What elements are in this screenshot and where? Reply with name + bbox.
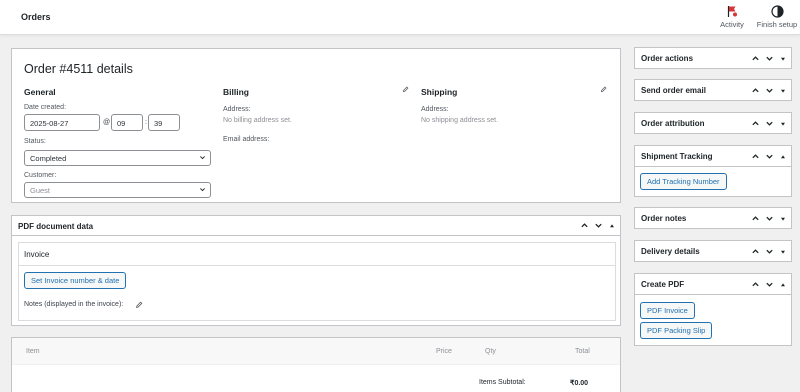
expand-toggle-icon[interactable] bbox=[779, 120, 787, 128]
move-up-icon[interactable] bbox=[580, 221, 589, 230]
move-up-icon[interactable] bbox=[751, 119, 760, 128]
column-price: Price bbox=[436, 348, 452, 355]
items-subtotal-value: ₹0.00 bbox=[570, 380, 589, 387]
divider bbox=[19, 265, 615, 266]
pdf-invoice-button[interactable]: PDF Invoice bbox=[640, 302, 695, 319]
move-up-icon[interactable] bbox=[751, 280, 760, 289]
shipment-tracking-heading: Shipment Tracking bbox=[641, 152, 713, 161]
customer-label: Customer: bbox=[24, 172, 57, 179]
top-bar: Orders Activity Finish setup bbox=[0, 0, 800, 35]
status-select[interactable]: Completed bbox=[24, 150, 211, 166]
pdf-document-data-heading: PDF document data bbox=[18, 222, 94, 231]
activity-label: Activity bbox=[720, 20, 744, 29]
create-pdf-panel: Create PDF PDF Invoice PDF Packing Slip bbox=[634, 273, 792, 346]
create-pdf-heading: Create PDF bbox=[641, 280, 685, 289]
finish-setup-button[interactable]: Finish setup bbox=[755, 5, 799, 29]
status-label: Status: bbox=[24, 138, 46, 145]
shipping-address-value: No shipping address set. bbox=[421, 117, 499, 124]
order-attribution-panel: Order attribution bbox=[634, 112, 792, 134]
expand-toggle-icon[interactable] bbox=[779, 215, 787, 223]
progress-circle-icon bbox=[770, 5, 784, 18]
shipping-heading: Shipping bbox=[421, 87, 458, 97]
items-table-header: Item Price Qty Total bbox=[12, 338, 620, 365]
notes-label: Notes (displayed in the invoice): bbox=[24, 301, 124, 308]
column-qty: Qty bbox=[485, 348, 496, 355]
move-down-icon[interactable] bbox=[765, 54, 774, 63]
hour-input[interactable]: 09 bbox=[111, 114, 143, 131]
move-down-icon[interactable] bbox=[765, 247, 774, 256]
move-down-icon[interactable] bbox=[765, 280, 774, 289]
move-up-icon[interactable] bbox=[751, 152, 760, 161]
order-attribution-heading: Order attribution bbox=[641, 119, 705, 128]
move-up-icon[interactable] bbox=[751, 247, 760, 256]
shipment-tracking-panel: Shipment Tracking Add Tracking Number bbox=[634, 145, 792, 197]
general-heading: General bbox=[24, 87, 56, 97]
divider bbox=[635, 166, 791, 167]
at-sign: @ bbox=[103, 119, 111, 126]
billing-heading: Billing bbox=[223, 87, 249, 97]
edit-notes-pencil-icon[interactable] bbox=[135, 301, 143, 309]
add-tracking-number-button[interactable]: Add Tracking Number bbox=[640, 173, 727, 190]
set-invoice-number-button[interactable]: Set Invoice number & date bbox=[24, 272, 127, 289]
edit-shipping-pencil-icon[interactable] bbox=[600, 86, 607, 93]
order-notes-heading: Order notes bbox=[641, 214, 687, 223]
invoice-heading: Invoice bbox=[24, 250, 50, 259]
order-title: Order #4511 details bbox=[24, 62, 133, 76]
email-address-label: Email address: bbox=[223, 136, 270, 143]
delivery-details-heading: Delivery details bbox=[641, 247, 700, 256]
move-down-icon[interactable] bbox=[765, 214, 774, 223]
move-up-icon[interactable] bbox=[751, 214, 760, 223]
invoice-box: Invoice Set Invoice number & date Notes … bbox=[18, 242, 616, 321]
flag-icon bbox=[727, 6, 737, 17]
billing-address-value: No billing address set. bbox=[223, 117, 292, 124]
order-items-panel: Item Price Qty Total Items Subtotal: ₹0.… bbox=[11, 337, 621, 392]
pdf-packing-slip-button[interactable]: PDF Packing Slip bbox=[640, 322, 713, 339]
move-down-icon[interactable] bbox=[594, 221, 603, 230]
move-up-icon[interactable] bbox=[751, 54, 760, 63]
chevron-down-icon bbox=[199, 186, 206, 193]
expand-toggle-icon[interactable] bbox=[779, 55, 787, 63]
move-up-icon[interactable] bbox=[751, 86, 760, 95]
minute-input[interactable]: 39 bbox=[148, 114, 180, 131]
order-details-panel: Order #4511 details General Date created… bbox=[11, 48, 621, 203]
date-created-label: Date created: bbox=[24, 104, 67, 111]
order-notes-panel: Order notes bbox=[634, 207, 792, 229]
send-order-email-panel: Send order email bbox=[634, 79, 792, 101]
time-colon: : bbox=[145, 119, 147, 126]
status-value: Completed bbox=[30, 154, 67, 163]
collapse-toggle-icon[interactable] bbox=[779, 281, 787, 289]
order-actions-heading: Order actions bbox=[641, 54, 694, 63]
activity-button[interactable]: Activity bbox=[716, 5, 748, 29]
move-down-icon[interactable] bbox=[765, 119, 774, 128]
shipping-address-label: Address: bbox=[421, 106, 449, 113]
move-down-icon[interactable] bbox=[765, 152, 774, 161]
finish-setup-label: Finish setup bbox=[756, 20, 798, 29]
date-created-input[interactable]: 2025-08-27 bbox=[24, 114, 100, 131]
customer-value: Guest bbox=[30, 186, 51, 195]
billing-address-label: Address: bbox=[223, 106, 251, 113]
column-item: Item bbox=[26, 348, 40, 355]
divider bbox=[635, 294, 791, 295]
collapse-toggle-icon[interactable] bbox=[608, 222, 616, 230]
order-actions-panel: Order actions bbox=[634, 47, 792, 69]
edit-billing-pencil-icon[interactable] bbox=[402, 86, 409, 93]
delivery-details-panel: Delivery details bbox=[634, 240, 792, 262]
pdf-document-data-panel: PDF document data Invoice Set Invoice nu… bbox=[11, 215, 621, 326]
column-total: Total bbox=[575, 348, 590, 355]
send-order-email-heading: Send order email bbox=[641, 86, 706, 95]
chevron-down-icon bbox=[199, 154, 206, 161]
customer-select[interactable]: Guest bbox=[24, 182, 211, 198]
expand-toggle-icon[interactable] bbox=[779, 87, 787, 95]
expand-toggle-icon[interactable] bbox=[779, 248, 787, 256]
move-down-icon[interactable] bbox=[765, 86, 774, 95]
items-subtotal-label: Items Subtotal: bbox=[479, 379, 526, 386]
collapse-toggle-icon[interactable] bbox=[779, 153, 787, 161]
page-title: Orders bbox=[21, 12, 51, 22]
panel-header: PDF document data bbox=[12, 216, 620, 236]
